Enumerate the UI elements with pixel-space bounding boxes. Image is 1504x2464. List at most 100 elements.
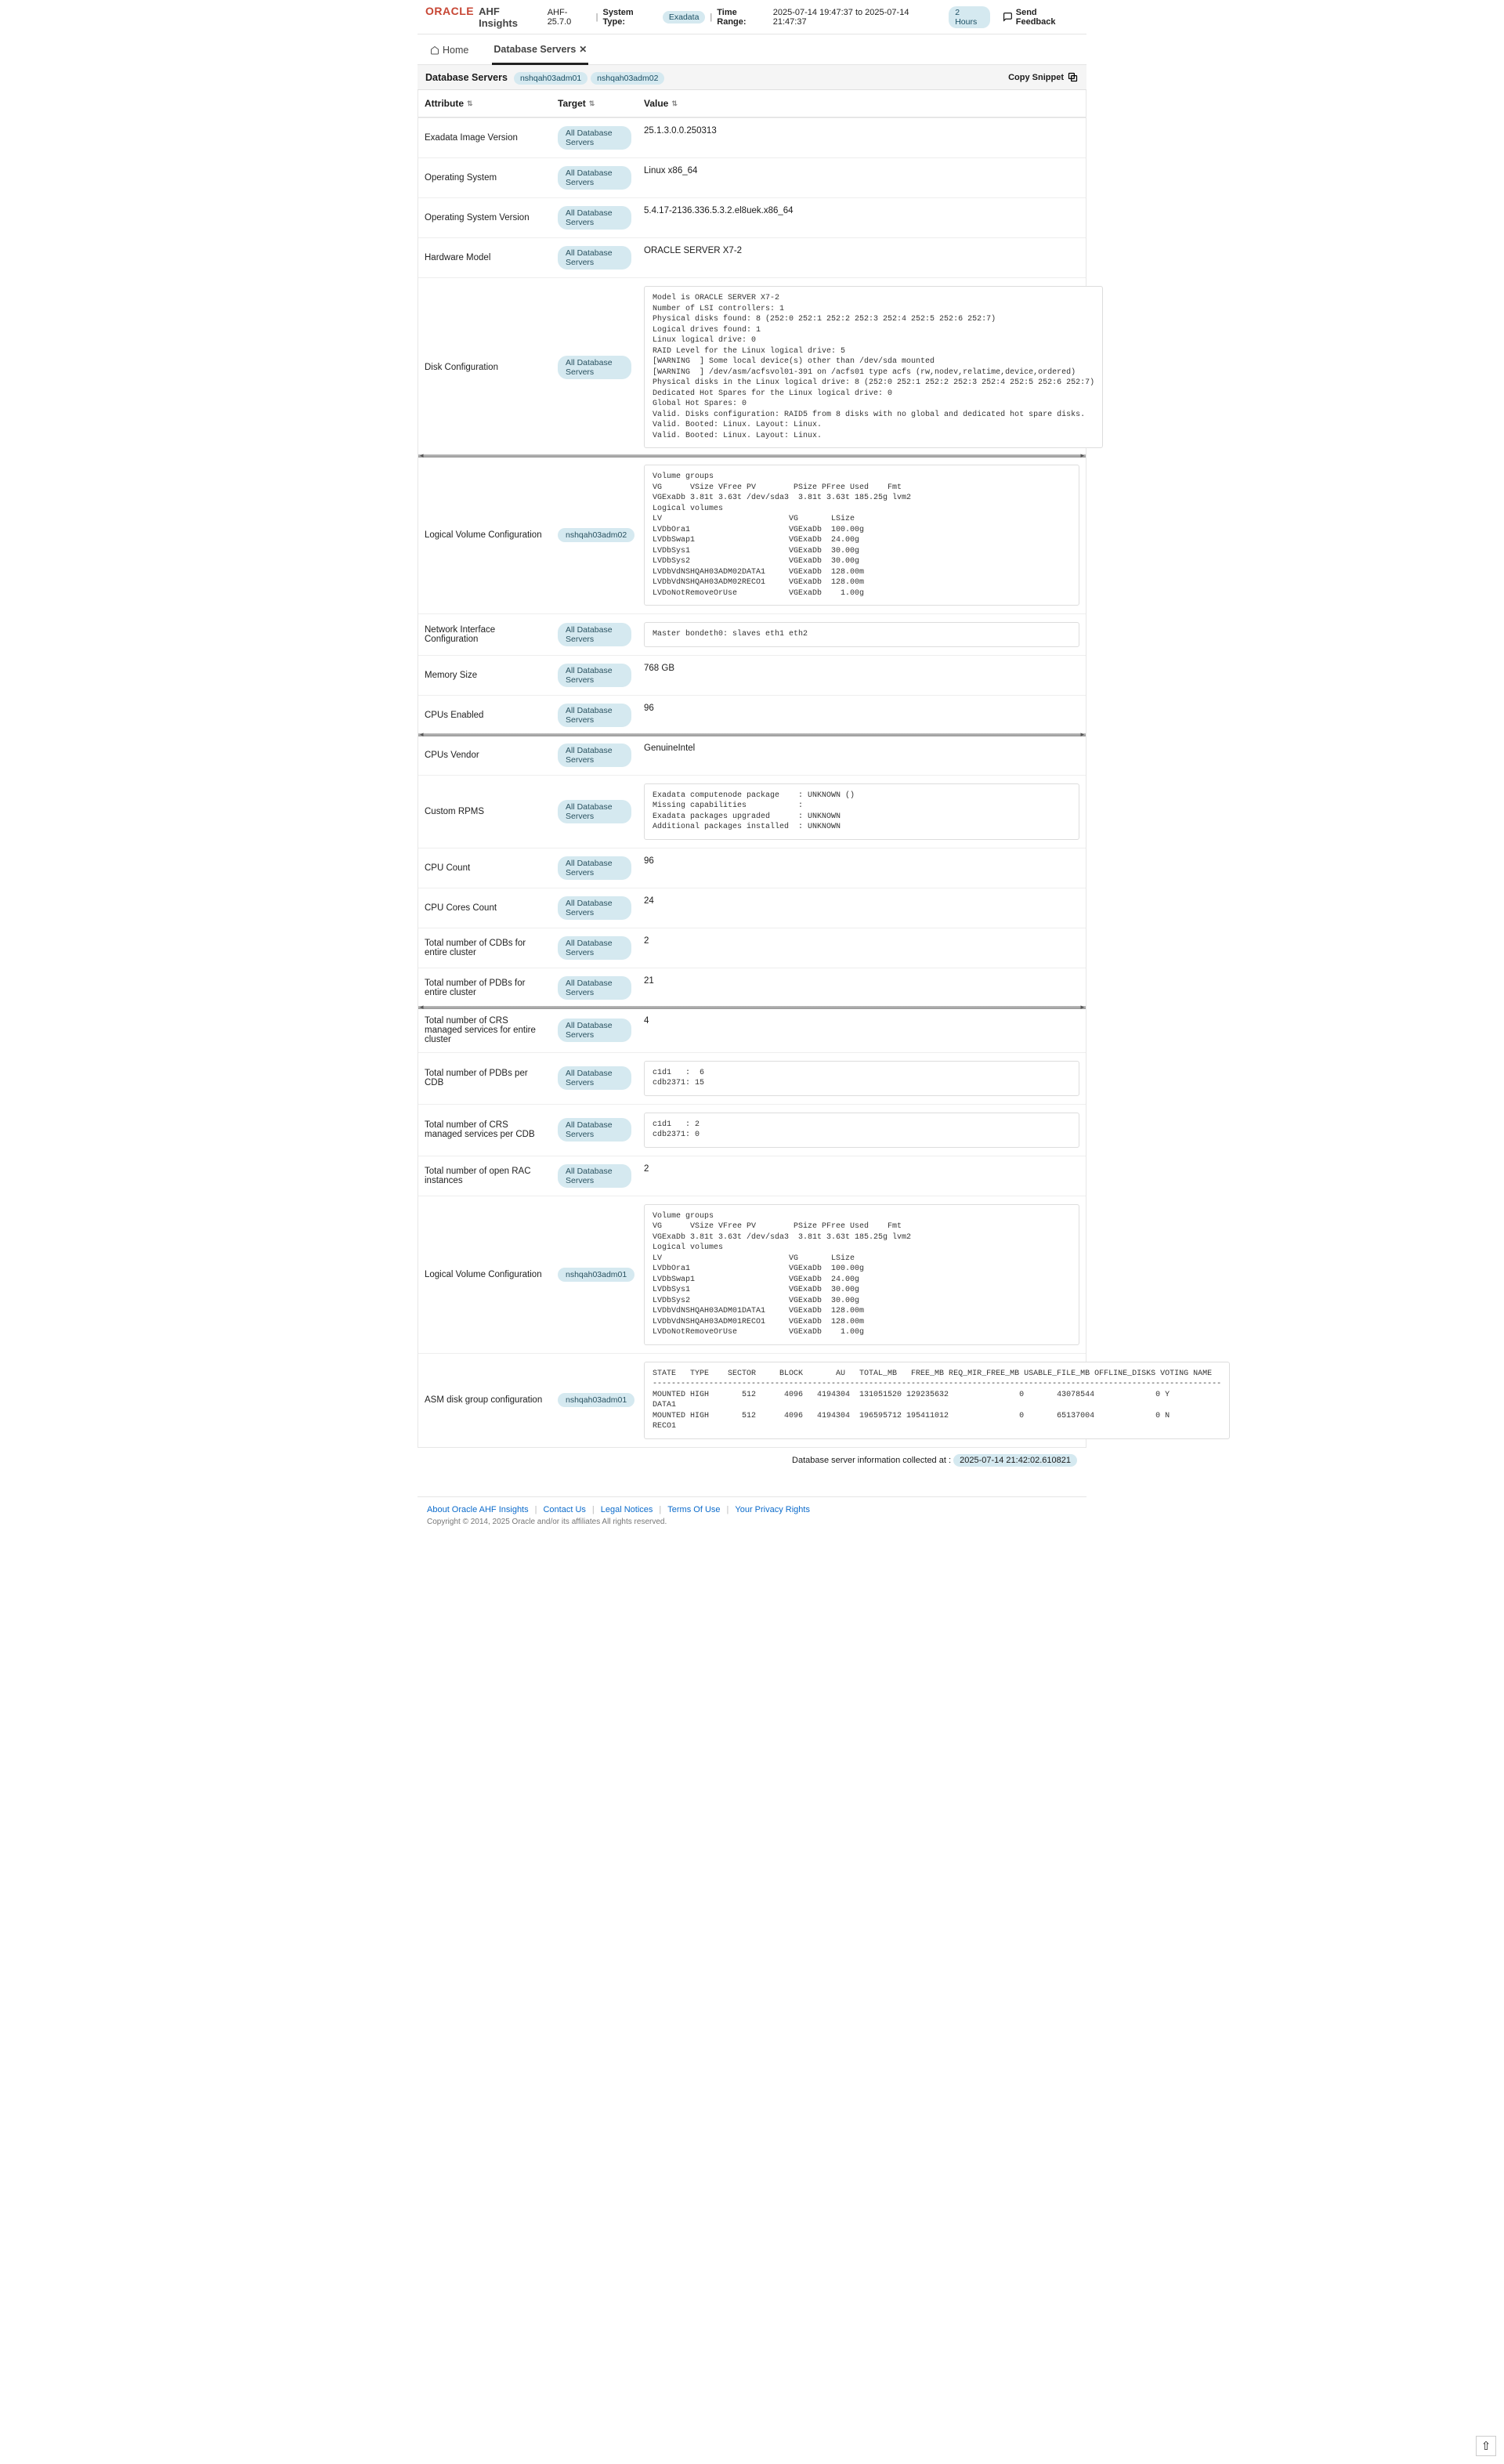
copy-icon: [1067, 71, 1079, 83]
target-chip[interactable]: All Database Servers: [558, 744, 631, 767]
copyright: Copyright © 2014, 2025 Oracle and/or its…: [427, 1518, 1077, 1526]
target-cell: nshqah03adm01: [551, 1354, 638, 1447]
footer-link[interactable]: Legal Notices: [601, 1505, 653, 1514]
attribute-cell: Hardware Model: [418, 238, 551, 277]
attribute-cell: Network Interface Configuration: [418, 614, 551, 655]
target-cell: All Database Servers: [551, 968, 638, 1008]
target-chip[interactable]: All Database Servers: [558, 800, 631, 823]
value-cell: Volume groups VG VSize VFree PV PSize PF…: [638, 1196, 1086, 1353]
target-chip[interactable]: All Database Servers: [558, 936, 631, 960]
target-chip[interactable]: All Database Servers: [558, 664, 631, 687]
target-chip[interactable]: All Database Servers: [558, 1118, 631, 1142]
attribute-cell: Custom RPMS: [418, 776, 551, 848]
time-range-duration-pill[interactable]: 2 Hours: [949, 6, 990, 28]
target-chip[interactable]: All Database Servers: [558, 166, 631, 190]
value-preformatted: c1d1 : 6 cdb2371: 15: [644, 1061, 1079, 1096]
pane-splitter[interactable]: [418, 454, 1086, 458]
system-type-pill[interactable]: Exadata: [663, 11, 706, 24]
target-cell: All Database Servers: [551, 118, 638, 157]
value-cell: Linux x86_64: [638, 158, 1086, 197]
tab-database-servers-label: Database Servers: [494, 44, 576, 55]
target-cell: All Database Servers: [551, 656, 638, 695]
value-preformatted: Master bondeth0: slaves eth1 eth2: [644, 622, 1079, 647]
attribute-cell: Total number of CRS managed services per…: [418, 1105, 551, 1156]
target-chip[interactable]: All Database Servers: [558, 976, 631, 1000]
target-chip[interactable]: nshqah03adm02: [591, 72, 664, 85]
target-chip[interactable]: All Database Servers: [558, 246, 631, 270]
footer-link[interactable]: About Oracle AHF Insights: [427, 1505, 529, 1514]
send-feedback-label: Send Feedback: [1016, 8, 1079, 27]
target-chip[interactable]: All Database Servers: [558, 1019, 631, 1042]
value-preformatted: Exadata computenode package : UNKNOWN ()…: [644, 783, 1079, 840]
value-preformatted: STATE TYPE SECTOR BLOCK AU TOTAL_MB FREE…: [644, 1362, 1230, 1439]
target-cell: All Database Servers: [551, 1156, 638, 1196]
footer-link[interactable]: Contact Us: [543, 1505, 585, 1514]
table-row: Total number of open RAC instances All Da…: [418, 1156, 1086, 1196]
tab-database-servers[interactable]: Database Servers ✕: [492, 38, 588, 65]
system-type-label: System Type:: [603, 8, 658, 27]
tab-home[interactable]: Home: [428, 38, 470, 64]
target-chip[interactable]: All Database Servers: [558, 896, 631, 920]
value-cell: 768 GB: [638, 656, 1086, 695]
target-chip[interactable]: All Database Servers: [558, 623, 631, 646]
target-chip[interactable]: All Database Servers: [558, 856, 631, 880]
header-meta: AHF-25.7.0 | System Type: Exadata | Time…: [548, 6, 1079, 28]
tab-home-label: Home: [443, 45, 468, 56]
collected-label: Database server information collected at…: [792, 1456, 951, 1465]
footer-link[interactable]: Your Privacy Rights: [735, 1505, 810, 1514]
feedback-icon: [1003, 12, 1013, 22]
collected-footer: Database server information collected at…: [418, 1448, 1086, 1473]
page-footer: About Oracle AHF Insights | Contact Us |…: [418, 1496, 1086, 1542]
pane-splitter[interactable]: [418, 1006, 1086, 1009]
target-chip[interactable]: All Database Servers: [558, 126, 631, 150]
target-cell: All Database Servers: [551, 736, 638, 775]
table-row: Total number of CDBs for entire cluster A…: [418, 928, 1086, 968]
target-cell: nshqah03adm01: [551, 1196, 638, 1353]
target-chip[interactable]: All Database Servers: [558, 356, 631, 379]
attribute-cell: CPUs Enabled: [418, 696, 551, 735]
col-target[interactable]: Target⇅: [551, 90, 638, 117]
attribute-cell: Total number of open RAC instances: [418, 1156, 551, 1196]
attribute-cell: Memory Size: [418, 656, 551, 695]
value-cell: 2: [638, 1156, 1086, 1196]
attribute-cell: Total number of CDBs for entire cluster: [418, 928, 551, 968]
target-chip[interactable]: nshqah03adm01: [514, 72, 588, 85]
ahf-version: AHF-25.7.0: [548, 8, 591, 27]
target-cell: All Database Servers: [551, 238, 638, 277]
value-cell: 5.4.17-2136.336.5.3.2.el8uek.x86_64: [638, 198, 1086, 237]
col-target-label: Target: [558, 98, 586, 109]
target-cell: All Database Servers: [551, 1053, 638, 1104]
target-chip[interactable]: All Database Servers: [558, 1164, 631, 1188]
attribute-cell: Total number of PDBs for entire cluster: [418, 968, 551, 1008]
close-icon[interactable]: ✕: [579, 44, 587, 55]
send-feedback-button[interactable]: Send Feedback: [1003, 8, 1079, 27]
time-range-value: 2025-07-14 19:47:37 to 2025-07-14 21:47:…: [773, 8, 944, 27]
target-chip[interactable]: All Database Servers: [558, 1066, 631, 1090]
table-row: Total number of CRS managed services for…: [418, 1008, 1086, 1052]
filter-title: Database Servers: [425, 72, 508, 83]
col-value[interactable]: Value⇅: [638, 90, 1086, 117]
table-row: Disk ConfigurationAll Database ServersMo…: [418, 277, 1086, 456]
target-chip[interactable]: All Database Servers: [558, 206, 631, 230]
copy-snippet-button[interactable]: Copy Snippet: [1008, 71, 1079, 83]
table-row: Hardware Model All Database Servers ORACLE…: [418, 237, 1086, 277]
table-row: CPU Cores CountAll Database Servers24: [418, 888, 1086, 928]
col-attribute[interactable]: Attribute⇅: [418, 90, 551, 117]
footer-link[interactable]: Terms Of Use: [667, 1505, 720, 1514]
attribute-cell: Operating System: [418, 158, 551, 197]
target-chip[interactable]: nshqah03adm02: [558, 528, 634, 542]
pane-splitter[interactable]: [418, 733, 1086, 736]
collected-timestamp: 2025-07-14 21:42:02.610821: [953, 1454, 1077, 1467]
table-row: Operating System All Database Servers Linu…: [418, 157, 1086, 197]
table-row: Total number of CRS managed services per…: [418, 1104, 1086, 1156]
target-chip[interactable]: nshqah03adm01: [558, 1393, 634, 1407]
table-row: Total number of PDBs for entire cluster A…: [418, 968, 1086, 1008]
table-row: Operating System VersionAll Database Ser…: [418, 197, 1086, 237]
top-header: ORACLE AHF Insights AHF-25.7.0 | System …: [418, 0, 1086, 34]
scroll-to-top-button[interactable]: ⇧: [1476, 2436, 1496, 2456]
value-cell: 4: [638, 1008, 1086, 1052]
target-chip[interactable]: nshqah03adm01: [558, 1268, 634, 1282]
target-chip[interactable]: All Database Servers: [558, 704, 631, 727]
table-row: Logical Volume Configurationnshqah03adm0…: [418, 1196, 1086, 1353]
value-cell: ORACLE SERVER X7-2: [638, 238, 1086, 277]
